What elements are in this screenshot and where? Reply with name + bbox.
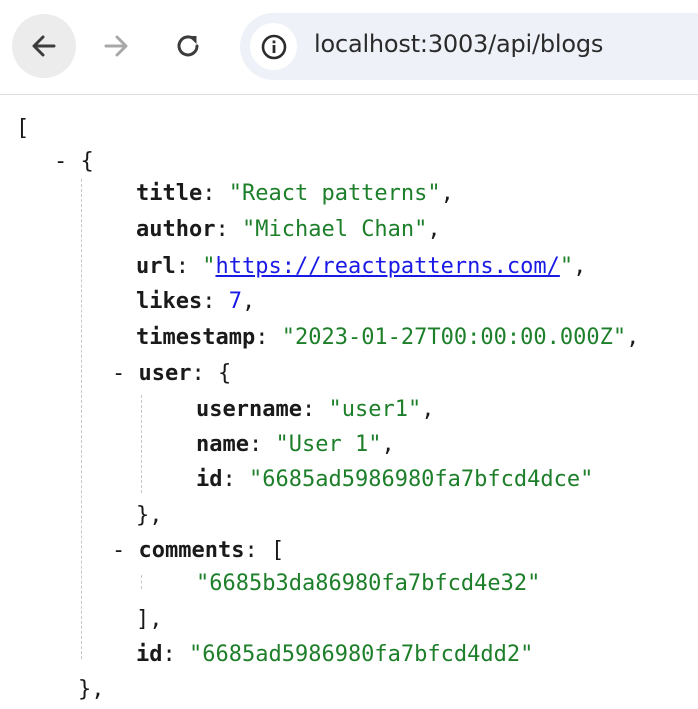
- json-key: id: [196, 467, 223, 492]
- arrow-right-icon: [104, 35, 128, 57]
- json-line-likes: likes: 7,: [136, 289, 256, 314]
- json-line-timestamp: timestamp: "2023-01-27T00:00:00.000Z",: [136, 325, 640, 350]
- json-string-value: "React patterns": [228, 181, 441, 206]
- indent-guide: [141, 395, 142, 493]
- json-key: likes: [136, 289, 203, 314]
- json-line-url: url: "https://reactpatterns.com/",: [136, 254, 587, 279]
- json-number-value: 7: [228, 289, 242, 314]
- info-icon: [261, 34, 286, 59]
- object-close-brace: },: [78, 677, 105, 702]
- json-line: - {: [54, 147, 94, 177]
- collapse-toggle[interactable]: -: [112, 361, 125, 386]
- json-url-link[interactable]: https://reactpatterns.com/: [216, 254, 560, 279]
- array-close-bracket: ],: [136, 607, 163, 632]
- json-line-comments: - comments: [: [112, 538, 285, 563]
- json-key: timestamp: [136, 325, 256, 350]
- collapse-toggle[interactable]: -: [112, 538, 125, 563]
- array-open-bracket: [: [16, 116, 30, 141]
- object-open-brace: {: [80, 149, 94, 174]
- json-line-user: - user: {: [112, 361, 232, 386]
- json-key: user: [138, 361, 192, 386]
- reload-button[interactable]: [156, 14, 220, 78]
- url-text[interactable]: localhost:3003/api/blogs: [314, 30, 603, 58]
- json-line: ],: [136, 605, 163, 635]
- json-key: id: [136, 642, 163, 667]
- address-bar[interactable]: localhost:3003/api/blogs: [240, 13, 698, 80]
- json-viewer: [ - { title: "React patterns", author: "…: [0, 95, 698, 709]
- json-line-comment: "6685b3da86980fa7bfcd4e32": [196, 569, 540, 599]
- indent-guide: [141, 575, 142, 589]
- back-button[interactable]: [12, 14, 76, 78]
- json-string-value: "6685ad5986980fa7bfcd4dce": [249, 467, 594, 492]
- json-line-author: author: "Michael Chan",: [136, 217, 441, 242]
- site-info-button[interactable]: [250, 23, 297, 70]
- json-string-value: "2023-01-27T00:00:00.000Z": [281, 325, 627, 350]
- reload-icon: [177, 35, 199, 57]
- json-string-value: "User 1": [275, 432, 382, 457]
- object-close-brace: },: [136, 503, 163, 528]
- json-line: },: [78, 675, 105, 705]
- json-line-title: title: "React patterns",: [136, 181, 454, 206]
- json-line: },: [136, 501, 163, 531]
- json-key: title: [136, 181, 203, 206]
- indent-guide: [81, 179, 82, 659]
- json-string-value: "user1": [328, 397, 422, 422]
- json-line-user-id: id: "6685ad5986980fa7bfcd4dce": [196, 467, 594, 492]
- json-string-value: "6685b3da86980fa7bfcd4e32": [196, 571, 541, 596]
- collapse-toggle[interactable]: -: [54, 149, 67, 174]
- json-key: url: [136, 254, 176, 279]
- json-key: name: [196, 432, 249, 457]
- json-key: comments: [138, 538, 245, 563]
- json-line-id: id: "6685ad5986980fa7bfcd4dd2": [136, 642, 534, 667]
- json-line: [: [16, 114, 29, 144]
- json-key: username: [196, 397, 302, 422]
- json-key: author: [136, 217, 216, 242]
- json-line-name: name: "User 1",: [196, 432, 395, 457]
- forward-button[interactable]: [84, 14, 148, 78]
- arrow-left-icon: [32, 35, 56, 57]
- json-line-username: username: "user1",: [196, 397, 435, 422]
- browser-toolbar: localhost:3003/api/blogs: [0, 0, 698, 95]
- json-string-value: "6685ad5986980fa7bfcd4dd2": [189, 642, 534, 667]
- json-string-value: "Michael Chan": [241, 217, 428, 242]
